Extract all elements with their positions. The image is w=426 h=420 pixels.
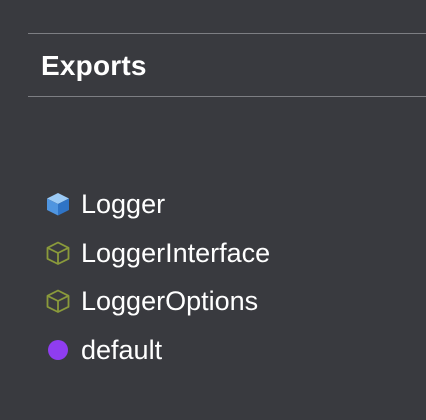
export-item-default[interactable]: default <box>45 326 270 375</box>
section-title: Exports <box>41 50 147 81</box>
exports-panel: Exports Logger LoggerInterface LoggerOpt… <box>0 0 426 420</box>
export-item-loggerinterface[interactable]: LoggerInterface <box>45 229 270 278</box>
interface-cube-outline-icon <box>45 288 71 314</box>
export-item-label: Logger <box>81 189 166 220</box>
export-item-loggeroptions[interactable]: LoggerOptions <box>45 277 270 326</box>
export-item-label: LoggerInterface <box>81 237 271 268</box>
export-item-label: LoggerOptions <box>81 286 259 317</box>
title-divider <box>28 96 426 97</box>
variable-dot-icon <box>45 337 71 363</box>
interface-cube-outline-icon <box>45 240 71 266</box>
top-divider <box>28 33 426 34</box>
class-cube-icon <box>45 191 71 217</box>
export-item-label: default <box>81 334 163 365</box>
export-item-logger[interactable]: Logger <box>45 180 270 229</box>
exports-list: Logger LoggerInterface LoggerOptions def… <box>45 180 270 374</box>
